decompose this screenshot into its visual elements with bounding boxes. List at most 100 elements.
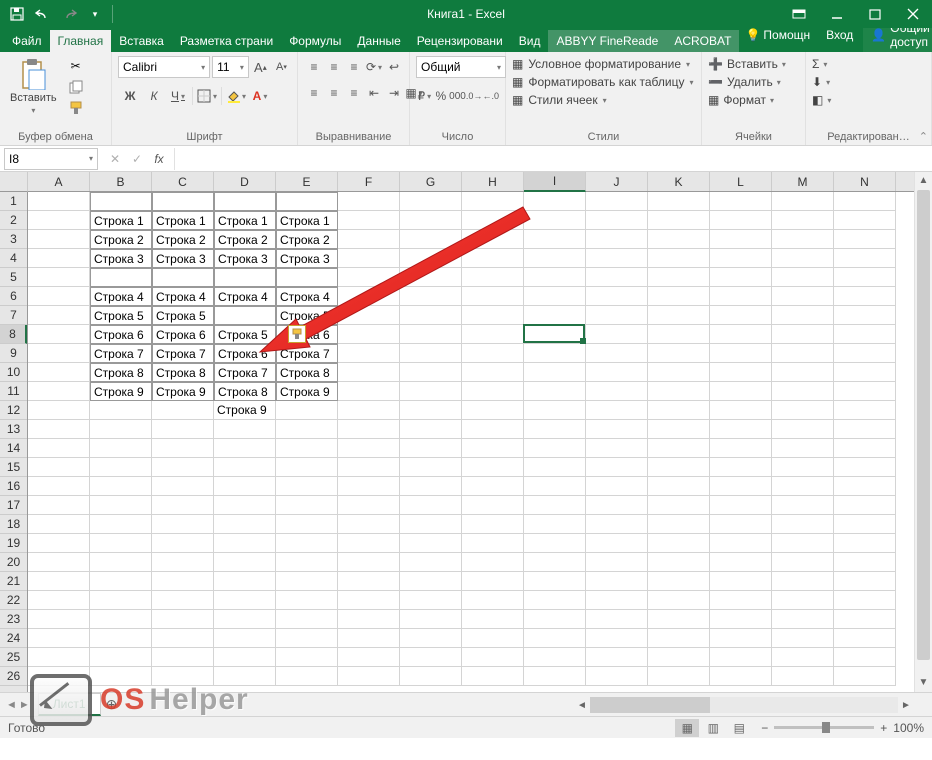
copy-icon[interactable] [65,77,87,97]
cell[interactable] [400,249,462,268]
cell[interactable] [586,496,648,515]
cell[interactable] [524,268,586,287]
cell[interactable] [524,401,586,420]
cell[interactable] [710,344,772,363]
cell[interactable] [834,477,896,496]
cell[interactable] [648,363,710,382]
cell[interactable]: Строка 9 [90,382,152,401]
cell[interactable] [400,515,462,534]
cell[interactable] [648,287,710,306]
autosum-button[interactable]: Σ▾ [812,56,827,72]
cell[interactable] [524,420,586,439]
vertical-scrollbar[interactable]: ▲ ▼ [914,172,932,692]
cell[interactable] [276,268,338,287]
cell[interactable] [214,420,276,439]
align-middle-icon[interactable]: ≡ [324,56,344,78]
cell[interactable] [28,420,90,439]
cell[interactable] [772,439,834,458]
row-header[interactable]: 5 [0,268,27,287]
bold-button[interactable]: Ж [118,85,142,107]
cell[interactable] [338,306,400,325]
cell[interactable] [90,667,152,686]
cell[interactable] [648,382,710,401]
cell[interactable] [462,249,524,268]
cell[interactable] [586,344,648,363]
tab-page-layout[interactable]: Разметка страни [172,30,281,52]
cell[interactable] [90,496,152,515]
cell[interactable] [462,344,524,363]
cell[interactable] [462,382,524,401]
cell[interactable] [338,610,400,629]
cell[interactable] [834,439,896,458]
qat-customize-icon[interactable]: ▾ [84,3,106,25]
cell[interactable] [524,249,586,268]
cell[interactable]: Строка 7 [90,344,152,363]
column-header[interactable]: I [524,172,586,192]
cell[interactable] [834,211,896,230]
cell[interactable] [28,287,90,306]
cell[interactable] [28,610,90,629]
cell[interactable] [400,344,462,363]
cell[interactable] [214,629,276,648]
cell[interactable] [462,325,524,344]
cell[interactable] [462,591,524,610]
cell[interactable] [276,496,338,515]
row-header[interactable]: 13 [0,420,27,439]
font-name-combo[interactable]: Calibri▾ [118,56,210,78]
cell[interactable] [586,192,648,211]
cell[interactable] [834,287,896,306]
cell[interactable] [276,192,338,211]
cell[interactable] [710,610,772,629]
cell[interactable] [586,211,648,230]
cell[interactable] [710,572,772,591]
cell[interactable] [462,515,524,534]
cell[interactable] [586,553,648,572]
cell[interactable] [586,648,648,667]
cell[interactable]: Строка 2 [152,230,214,249]
sign-in-button[interactable]: Вход [820,25,859,45]
cell[interactable] [772,401,834,420]
row-header[interactable]: 24 [0,629,27,648]
cell[interactable]: Строка 3 [152,249,214,268]
cell[interactable] [462,192,524,211]
cell[interactable] [586,306,648,325]
cell[interactable] [834,496,896,515]
format-as-table-button[interactable]: ▦Форматировать как таблицу▾ [512,74,694,90]
cell[interactable] [586,667,648,686]
cell[interactable] [214,572,276,591]
cell[interactable] [710,629,772,648]
cell[interactable] [462,667,524,686]
cell[interactable] [772,420,834,439]
cell[interactable] [214,667,276,686]
scroll-up-icon[interactable]: ▲ [915,172,932,190]
cell[interactable]: Строка 1 [90,211,152,230]
row-header[interactable]: 12 [0,401,27,420]
cell[interactable] [462,496,524,515]
cell[interactable] [90,401,152,420]
cell[interactable] [648,230,710,249]
cell[interactable] [586,610,648,629]
cell[interactable] [28,192,90,211]
cell[interactable] [834,382,896,401]
cell[interactable] [28,249,90,268]
column-header[interactable]: E [276,172,338,191]
cell[interactable] [462,477,524,496]
name-box[interactable]: I8▾ [4,148,98,170]
cell[interactable] [400,496,462,515]
cell[interactable] [400,591,462,610]
cell[interactable] [276,648,338,667]
cell[interactable]: Строка 4 [214,287,276,306]
cell[interactable] [28,496,90,515]
cell[interactable] [834,629,896,648]
add-sheet-icon[interactable]: ⊕ [101,696,123,713]
cells-area[interactable]: Строка 1Строка 1Строка 1Строка 1Строка 2… [28,192,914,692]
column-header[interactable]: B [90,172,152,191]
cell[interactable] [462,439,524,458]
cell[interactable] [772,287,834,306]
cell[interactable] [400,325,462,344]
save-icon[interactable] [6,3,28,25]
column-header[interactable]: D [214,172,276,191]
cell[interactable] [400,629,462,648]
cell[interactable] [772,458,834,477]
cell[interactable] [338,230,400,249]
